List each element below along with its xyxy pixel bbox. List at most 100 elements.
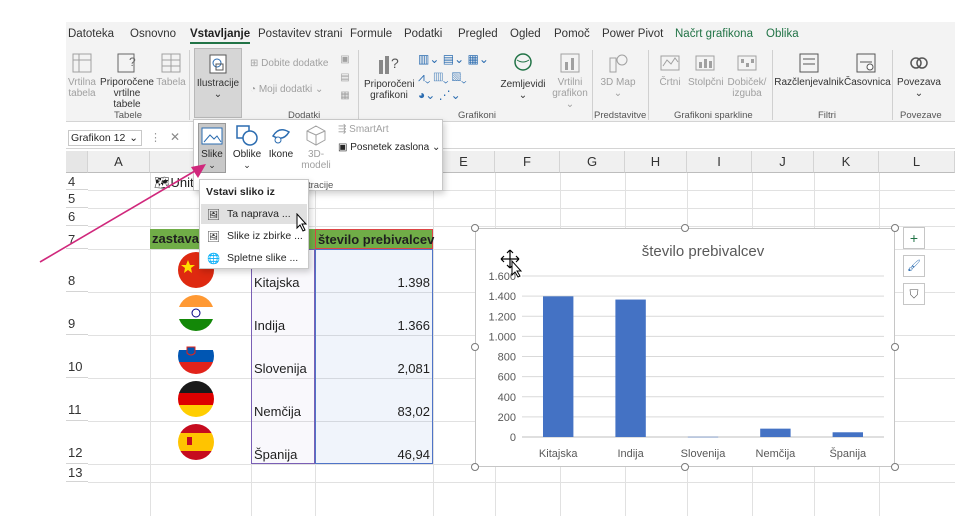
tab-postavitev[interactable]: Postavitev strani bbox=[258, 28, 342, 40]
tab-osnovno[interactable]: Osnovno bbox=[130, 28, 176, 40]
povezava-button[interactable]: Povezava ⌄ bbox=[896, 52, 942, 99]
name-box[interactable]: Grafikon 12 ⌄ bbox=[68, 130, 142, 146]
chart-elements-button[interactable]: + bbox=[903, 227, 925, 249]
resize-handle[interactable] bbox=[471, 343, 479, 351]
people-icon[interactable]: ▦ bbox=[338, 90, 352, 101]
map-3d-button[interactable]: 3D Map ⌄ bbox=[600, 52, 636, 99]
resize-handle[interactable] bbox=[891, 224, 899, 232]
col-header-f[interactable]: F bbox=[495, 151, 560, 173]
tab-ogled[interactable]: Ogled bbox=[510, 28, 541, 40]
resize-handle[interactable] bbox=[471, 463, 479, 471]
col-header-i[interactable]: I bbox=[687, 151, 752, 173]
combo-chart-icon[interactable]: ▧⌄ bbox=[452, 70, 467, 84]
row-header-9[interactable]: 9 bbox=[66, 292, 88, 335]
bar-kitajska bbox=[542, 296, 574, 437]
priporoceni-grafikoni-button[interactable]: ? Priporočeni grafikoni bbox=[364, 52, 415, 101]
modeli-3d-button[interactable]: 3D-modeli bbox=[298, 124, 334, 171]
oblike-button[interactable]: Oblike ⌄ bbox=[230, 124, 264, 171]
tabela-button[interactable]: Tabela bbox=[156, 52, 186, 88]
casovnica-button[interactable]: Časovnica bbox=[844, 52, 891, 88]
row-header-12[interactable]: 12 bbox=[66, 421, 88, 464]
hierarchy-chart-icon[interactable]: ▤⌄ bbox=[443, 52, 464, 66]
row-header-10[interactable]: 10 bbox=[66, 335, 88, 378]
col-header-l[interactable]: L bbox=[879, 151, 955, 173]
chart-type-buttons[interactable]: ▥⌄ ▤⌄ ▦⌄ ⩘⌄ ▥⌄ ▧⌄ ◕⌄ ⋰⌄ bbox=[418, 50, 498, 104]
cell-population[interactable]: 2,081 bbox=[318, 361, 430, 376]
cell-population[interactable]: 83,02 bbox=[318, 404, 430, 419]
resize-handle[interactable] bbox=[681, 463, 689, 471]
cell-population[interactable]: 1.366 bbox=[318, 318, 430, 333]
vrtilna-tabela-button[interactable]: Vrtilna tabela bbox=[66, 52, 98, 99]
tab-oblika[interactable]: Oblika bbox=[766, 28, 799, 40]
resize-handle[interactable] bbox=[471, 224, 479, 232]
posnetek-zaslona-button[interactable]: ▣ Posnetek zaslona ⌄ bbox=[338, 142, 440, 153]
tab-vstavljanje[interactable]: Vstavljanje bbox=[190, 28, 251, 44]
visio-icon[interactable]: ▣ bbox=[338, 54, 352, 65]
tab-datoteka[interactable]: Datoteka bbox=[68, 28, 114, 40]
dobite-dodatke-button[interactable]: ⊞ Dobite dodatke bbox=[250, 58, 336, 69]
chart-filters-button[interactable]: ⛉ bbox=[903, 283, 925, 305]
smartart-button[interactable]: ⇶ SmartArt bbox=[338, 124, 389, 135]
cell-country[interactable]: Španija bbox=[254, 447, 297, 462]
resize-handle[interactable] bbox=[891, 463, 899, 471]
cell-population[interactable]: 46,94 bbox=[318, 447, 430, 462]
resize-handle[interactable] bbox=[891, 343, 899, 351]
cell-country[interactable]: Nemčija bbox=[254, 404, 301, 419]
bar-španija bbox=[832, 432, 864, 437]
dobicek-izguba-button[interactable]: Dobiček/ izguba bbox=[724, 52, 770, 99]
menu-item-spletne-slike[interactable]: 🌐 Spletne slike ... bbox=[201, 248, 307, 268]
column-chart-icon[interactable]: ▥⌄ bbox=[418, 52, 439, 66]
crtni-button[interactable]: Črtni bbox=[654, 52, 686, 88]
recommended-pivot-icon: ? bbox=[117, 53, 136, 73]
bing-icon[interactable]: ▤ bbox=[338, 72, 352, 83]
group-separator bbox=[648, 50, 649, 120]
line-chart-icon[interactable]: ⩘⌄ bbox=[418, 70, 430, 84]
col-header-j[interactable]: J bbox=[752, 151, 814, 173]
cell-country[interactable]: Indija bbox=[254, 318, 285, 333]
zemljevidi-button[interactable]: Zemljevidi ⌄ bbox=[498, 52, 548, 101]
pie-chart-icon[interactable]: ◕⌄ bbox=[418, 88, 435, 102]
priporocene-tabele-button[interactable]: ? Priporočene vrtilne tabele bbox=[100, 52, 154, 110]
pivot-table-icon bbox=[72, 53, 92, 73]
header-stevilo-prebivalcev: število prebivalcev bbox=[318, 232, 435, 247]
tab-power-pivot[interactable]: Power Pivot bbox=[602, 28, 663, 40]
chart-styles-button[interactable]: 🖌 bbox=[903, 255, 925, 277]
col-header-k[interactable]: K bbox=[814, 151, 879, 173]
tab-podatki[interactable]: Podatki bbox=[404, 28, 442, 40]
x-tick-label: Španija bbox=[829, 447, 867, 460]
col-header-h[interactable]: H bbox=[625, 151, 687, 173]
stolpcni-button[interactable]: Stolpčni bbox=[688, 52, 724, 88]
tab-pregled[interactable]: Pregled bbox=[458, 28, 498, 40]
ikone-button[interactable]: Ikone bbox=[266, 124, 296, 160]
ilustracije-button[interactable]: Ilustracije ⌄ bbox=[194, 48, 242, 118]
cell-population[interactable]: 1.398 bbox=[318, 275, 430, 290]
chevron-down-icon[interactable]: ⌄ bbox=[129, 131, 138, 145]
razclenjevalnik-button[interactable]: Razčlenjevalnik bbox=[774, 52, 844, 88]
tab-nacrt-grafikona[interactable]: Načrt grafikona bbox=[675, 28, 753, 40]
row-header-13[interactable]: 13 bbox=[66, 464, 88, 482]
vrtilni-grafikon-button[interactable]: Vrtilni grafikon ⌄ bbox=[550, 52, 590, 110]
chevron-down-icon: ⌄ bbox=[243, 160, 251, 170]
resize-handle[interactable] bbox=[681, 224, 689, 232]
menu-item-slike-iz-zbirke[interactable]: 🖼 Slike iz zbirke ... bbox=[201, 226, 307, 246]
row-header-11[interactable]: 11 bbox=[66, 378, 88, 421]
tab-formule[interactable]: Formule bbox=[350, 28, 392, 40]
chart-area[interactable]: število prebivalcev 0 200 400 600 800 1.000 1.2… bbox=[475, 228, 895, 467]
menu-item-ta-naprava[interactable]: 🖼 Ta naprava ... bbox=[201, 204, 307, 224]
cell-country[interactable]: Slovenija bbox=[254, 361, 307, 376]
sparkline-winloss-icon bbox=[737, 55, 757, 71]
tab-pomoc[interactable]: Pomoč bbox=[554, 28, 590, 40]
y-tick-label: 1.000 bbox=[488, 331, 516, 343]
cell-country[interactable]: Kitajska bbox=[254, 275, 300, 290]
svg-text:?: ? bbox=[391, 55, 399, 71]
x-tick-label: Slovenija bbox=[681, 448, 727, 460]
cancel-formula-icon[interactable]: ✕ bbox=[170, 130, 180, 144]
bar-chart: število prebivalcev 0 200 400 600 800 1.000 1.2… bbox=[488, 243, 884, 460]
moji-dodatki-button[interactable]: ◔ Moji dodatki ⌄ bbox=[250, 84, 336, 95]
col-header-g[interactable]: G bbox=[560, 151, 625, 173]
smartart-icon: ⇶ bbox=[338, 124, 347, 135]
cell-d7-header[interactable]: število prebivalcev bbox=[315, 229, 435, 249]
stats-chart-icon[interactable]: ▥⌄ bbox=[434, 70, 449, 84]
waterfall-chart-icon[interactable]: ▦⌄ bbox=[468, 52, 489, 66]
scatter-chart-icon[interactable]: ⋰⌄ bbox=[439, 88, 461, 102]
